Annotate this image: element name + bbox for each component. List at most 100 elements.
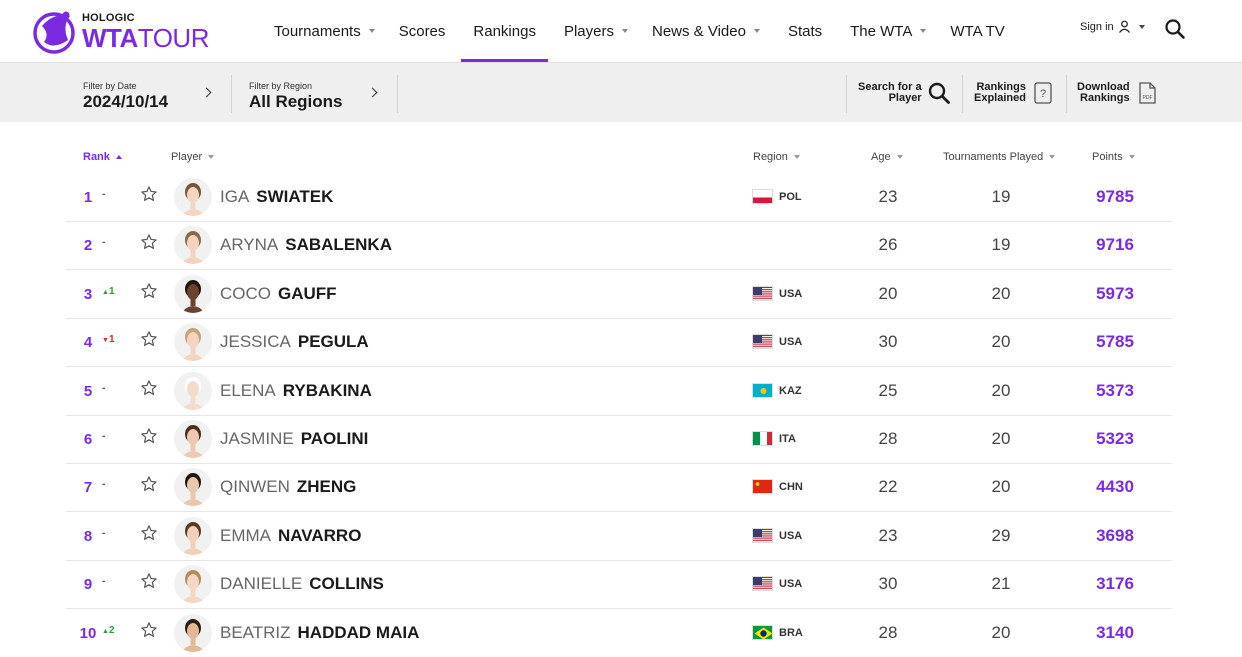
player-name[interactable]: IGA SWIATEK — [220, 187, 333, 207]
tournaments-played: 19 — [991, 235, 1011, 255]
table-row[interactable]: 7- QINWEN ZHENG CHN 22 20 4430 — [66, 464, 1172, 513]
table-row[interactable]: 8- EMMA NAVARRO USA 23 29 3698 — [66, 513, 1172, 561]
ranking-points: 3698 — [1096, 525, 1134, 545]
favorite-star-icon[interactable] — [140, 185, 158, 208]
rank-movement: - — [102, 189, 105, 200]
player-name[interactable]: JASMINE PAOLINI — [220, 429, 368, 449]
column-region[interactable]: Region — [753, 151, 800, 163]
rank-movement: - — [102, 479, 105, 490]
nav-item-wta-tv[interactable]: WTA TV — [938, 0, 1016, 62]
favorite-star-icon[interactable] — [140, 524, 158, 547]
column-points-label: Points — [1092, 151, 1123, 163]
table-row[interactable]: 3 ▲1 COCO GAUFF USA 20 20 5973 — [66, 271, 1172, 319]
rank-movement: - — [102, 528, 105, 539]
search-icon[interactable] — [1164, 18, 1186, 40]
rankings-explained-label: Rankings Explained — [974, 82, 1026, 104]
nav-item-label: Players — [563, 22, 614, 40]
table-row[interactable]: 9- DANIELLE COLLINS USA 30 21 3176 — [66, 561, 1172, 610]
player-first-name: COCO — [220, 283, 271, 303]
favorite-star-icon[interactable] — [140, 233, 158, 256]
search-player-button[interactable]: Search for a Player — [858, 63, 951, 123]
nav-item-news-video[interactable]: News & Video — [640, 0, 772, 62]
favorite-star-icon[interactable] — [140, 572, 158, 595]
filter-by-date[interactable]: Filter by Date 2024/10/14 — [83, 63, 223, 123]
nav-item-the-wta[interactable]: The WTA — [838, 0, 938, 62]
rankings-explained-line2: Explained — [974, 92, 1026, 104]
filter-region-value: All Regions — [249, 92, 343, 111]
country-flag-icon — [752, 189, 773, 204]
player-name[interactable]: EMMA NAVARRO — [220, 526, 361, 546]
player-first-name: IGA — [220, 187, 250, 206]
player-name[interactable]: ARYNA SABALENKA — [220, 235, 392, 255]
table-row[interactable]: 5- ELENA RYBAKINA KAZ 25 20 5373 — [66, 368, 1172, 416]
column-player[interactable]: Player — [171, 151, 215, 163]
document-question-icon: ? — [1034, 82, 1052, 104]
nav-item-tournaments[interactable]: Tournaments — [262, 0, 387, 62]
nav-item-rankings[interactable]: Rankings — [461, 0, 548, 62]
sign-in-button[interactable]: Sign in — [1080, 20, 1145, 33]
rank-movement-value: 1 — [108, 285, 115, 297]
player-first-name: EMMA — [220, 525, 271, 545]
nav-item-label: The WTA — [850, 22, 913, 40]
player-avatar[interactable] — [174, 323, 212, 362]
column-tournaments-played[interactable]: Tournaments Played — [943, 151, 1056, 163]
player-avatar[interactable] — [174, 371, 212, 410]
ranking-points: 3140 — [1096, 622, 1134, 642]
player-avatar[interactable] — [174, 468, 212, 507]
player-avatar[interactable] — [174, 178, 212, 216]
table-row[interactable]: 10 ▲2 BEATRIZ HADDAD MAIA BRA 28 20 3140 — [66, 610, 1172, 657]
rank-movement-value: - — [102, 527, 106, 539]
favorite-star-icon[interactable] — [140, 282, 158, 305]
rank-number: 7 — [83, 479, 93, 497]
column-rank[interactable]: Rank — [83, 151, 122, 163]
rankings-explained-button[interactable]: Rankings Explained ? — [974, 63, 1053, 123]
main-nav: Tournaments Scores Rankings Players News & V… — [262, 0, 1017, 62]
player-avatar[interactable] — [174, 613, 212, 652]
player-name[interactable]: COCO GAUFF — [220, 284, 337, 304]
download-rankings-button[interactable]: Download Rankings PDF — [1077, 63, 1157, 123]
chevron-down-icon — [753, 29, 760, 33]
filter-by-region[interactable]: Filter by Region All Regions — [249, 63, 389, 123]
player-name[interactable]: JESSICA PEGULA — [220, 332, 369, 352]
favorite-star-icon[interactable] — [140, 427, 158, 450]
column-player-label: Player — [171, 151, 203, 163]
player-name[interactable]: BEATRIZ HADDAD MAIA — [220, 623, 419, 643]
player-first-name: JASMINE — [220, 429, 294, 448]
ranking-points: 5973 — [1096, 283, 1134, 303]
table-row[interactable]: 1- IGA SWIATEK POL 23 19 9785 — [66, 174, 1172, 222]
player-age: 28 — [878, 622, 898, 642]
wta-logo[interactable]: HOLOGIC WTATOUR — [32, 6, 209, 56]
column-rank-label: Rank — [83, 151, 110, 163]
tournaments-played: 19 — [991, 187, 1011, 206]
nav-item-stats[interactable]: Stats — [776, 0, 834, 62]
rank-movement: - — [102, 431, 105, 442]
nav-item-players[interactable]: Players — [552, 0, 640, 62]
column-points[interactable]: Points — [1092, 151, 1135, 163]
country-flag-icon — [752, 334, 773, 350]
nav-item-scores[interactable]: Scores — [387, 0, 458, 62]
favorite-star-icon[interactable] — [140, 379, 158, 402]
player-avatar[interactable] — [174, 420, 212, 458]
player-avatar[interactable] — [174, 565, 212, 604]
table-row[interactable]: 4 ▼1 JESSICA PEGULA USA 30 20 5785 — [66, 319, 1172, 368]
rank-movement-value: - — [102, 382, 106, 394]
favorite-star-icon[interactable] — [140, 475, 158, 498]
player-avatar[interactable] — [174, 516, 212, 555]
rank-movement-value: - — [102, 237, 106, 249]
favorite-star-icon[interactable] — [140, 330, 158, 353]
ranking-points: 5785 — [1096, 332, 1134, 352]
player-avatar[interactable] — [174, 274, 212, 313]
arrow-down-icon: ▼ — [102, 337, 109, 345]
filter-date-value: 2024/10/14 — [83, 92, 169, 111]
table-row[interactable]: 2- ARYNA SABALENKA 26 19 9716 — [66, 222, 1172, 271]
svg-text:PDF: PDF — [1142, 95, 1152, 101]
table-row[interactable]: 6- JASMINE PAOLINI ITA 28 20 5323 — [66, 416, 1172, 464]
player-name[interactable]: DANIELLE COLLINS — [220, 574, 384, 594]
logo-wordmark-bold: WTA — [82, 23, 138, 53]
favorite-star-icon[interactable] — [140, 621, 158, 644]
player-avatar[interactable] — [174, 226, 212, 265]
player-name[interactable]: ELENA RYBAKINA — [220, 381, 372, 401]
column-age[interactable]: Age — [871, 151, 903, 163]
player-name[interactable]: QINWEN ZHENG — [220, 477, 356, 497]
ranking-points: 5373 — [1096, 380, 1134, 400]
